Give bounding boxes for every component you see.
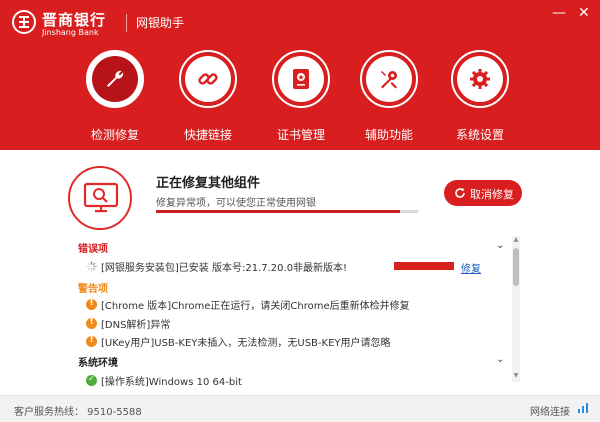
close-button[interactable]: ✕ [578,6,590,20]
progress-bar [156,210,418,213]
header-bar: 晋商银行 Jinshang Bank 网银助手 — ✕ 检测修复 快捷链接 证书… [0,0,600,150]
scrollbar-thumb[interactable] [513,248,519,286]
nav-auxiliary-label: 辅助功能 [364,128,413,142]
warning-item-text: [DNS解析]异常 [101,319,171,331]
scroll-up-arrow-icon[interactable]: ▲ [512,236,520,246]
nav-system-settings[interactable]: 系统设置 [435,50,525,146]
error-highlight-bar [394,262,454,270]
link-icon [198,73,218,85]
warning-item-text: [UKey用户]USB-KEY未插入，无法检测，无USB-KEY用户请忽略 [101,337,391,349]
tools-icon [381,71,397,89]
warning-item: [Chrome 版本]Chrome正在运行，请关闭Chrome后重新体检并修复 [86,296,410,312]
nav-certificate-management[interactable]: 证书管理 [256,50,346,146]
error-item: [网银服务安装包]已安装 版本号:21.7.20.0非最新版本! [86,258,347,274]
nav-quick-links-label: 快捷链接 [183,128,232,142]
loading-spinner-icon [86,260,97,272]
certificate-icon [293,69,309,89]
nav-quick-links-circle [179,50,237,108]
section-warnings-title: 警告项 [78,284,108,295]
nav-certificate-circle [272,50,330,108]
warning-icon [86,317,97,329]
warning-item: [UKey用户]USB-KEY未插入，无法检测，无USB-KEY用户请忽略 [86,333,391,349]
cancel-repair-button[interactable]: 取消修复 [444,180,522,206]
brand-name: 晋商银行 [42,11,107,29]
section-system-title: 系统环境 [78,358,118,369]
cancel-repair-label: 取消修复 [470,188,514,201]
warning-item: [DNS解析]异常 [86,315,170,331]
network-status: 网络连接 [530,407,570,418]
section-errors-toggle[interactable]: ⌄ [496,240,504,251]
monitor-search-icon [83,182,119,213]
status-subtitle: 修复异常项，可以使您正常使用网银 [156,198,316,209]
nav-settings-label: 系统设置 [455,128,504,142]
nav-certificate-label: 证书管理 [276,128,325,142]
progress-bar-fill [156,210,400,213]
nav-detect-repair[interactable]: 检测修复 [70,50,160,146]
bank-logo-icon [12,10,36,34]
check-icon [86,374,97,386]
repair-status-icon [68,166,132,230]
nav-quick-links[interactable]: 快捷链接 [163,50,253,146]
error-item-text: [网银服务安装包]已安装 版本号:21.7.20.0非最新版本! [101,262,348,274]
section-errors-title: 错误项 [78,244,108,255]
brand-divider [126,14,127,32]
minimize-button[interactable]: — [552,6,566,20]
nav-detect-repair-label: 检测修复 [90,128,139,142]
status-bar: 客户服务热线： 9510-5588 网络连接 [0,395,600,422]
section-system-toggle[interactable]: ⌄ [496,354,504,365]
warning-item-text: [Chrome 版本]Chrome正在运行，请关闭Chrome后重新体检并修复 [101,300,410,312]
refresh-icon [455,188,465,198]
nav-auxiliary-functions[interactable]: 辅助功能 [344,50,434,146]
repair-link[interactable]: 修复 [461,260,481,275]
nav-settings-circle [451,50,509,108]
warning-icon [86,298,97,310]
nav-auxiliary-circle [360,50,418,108]
status-title: 正在修复其他组件 [156,176,261,191]
app-title: 网银助手 [136,16,185,30]
brand-name-en: Jinshang Bank [42,28,99,37]
network-icon [578,403,588,413]
wrench-icon [107,70,124,87]
hotline-text: 客户服务热线： 9510-5588 [14,407,142,418]
nav-detect-repair-circle [86,50,144,108]
system-item: [操作系统]Windows 10 64-bit [86,372,242,388]
gear-icon [470,69,490,89]
scroll-down-arrow-icon[interactable]: ▼ [512,372,520,382]
warning-icon [86,335,97,347]
system-item-text: [操作系统]Windows 10 64-bit [101,376,242,388]
